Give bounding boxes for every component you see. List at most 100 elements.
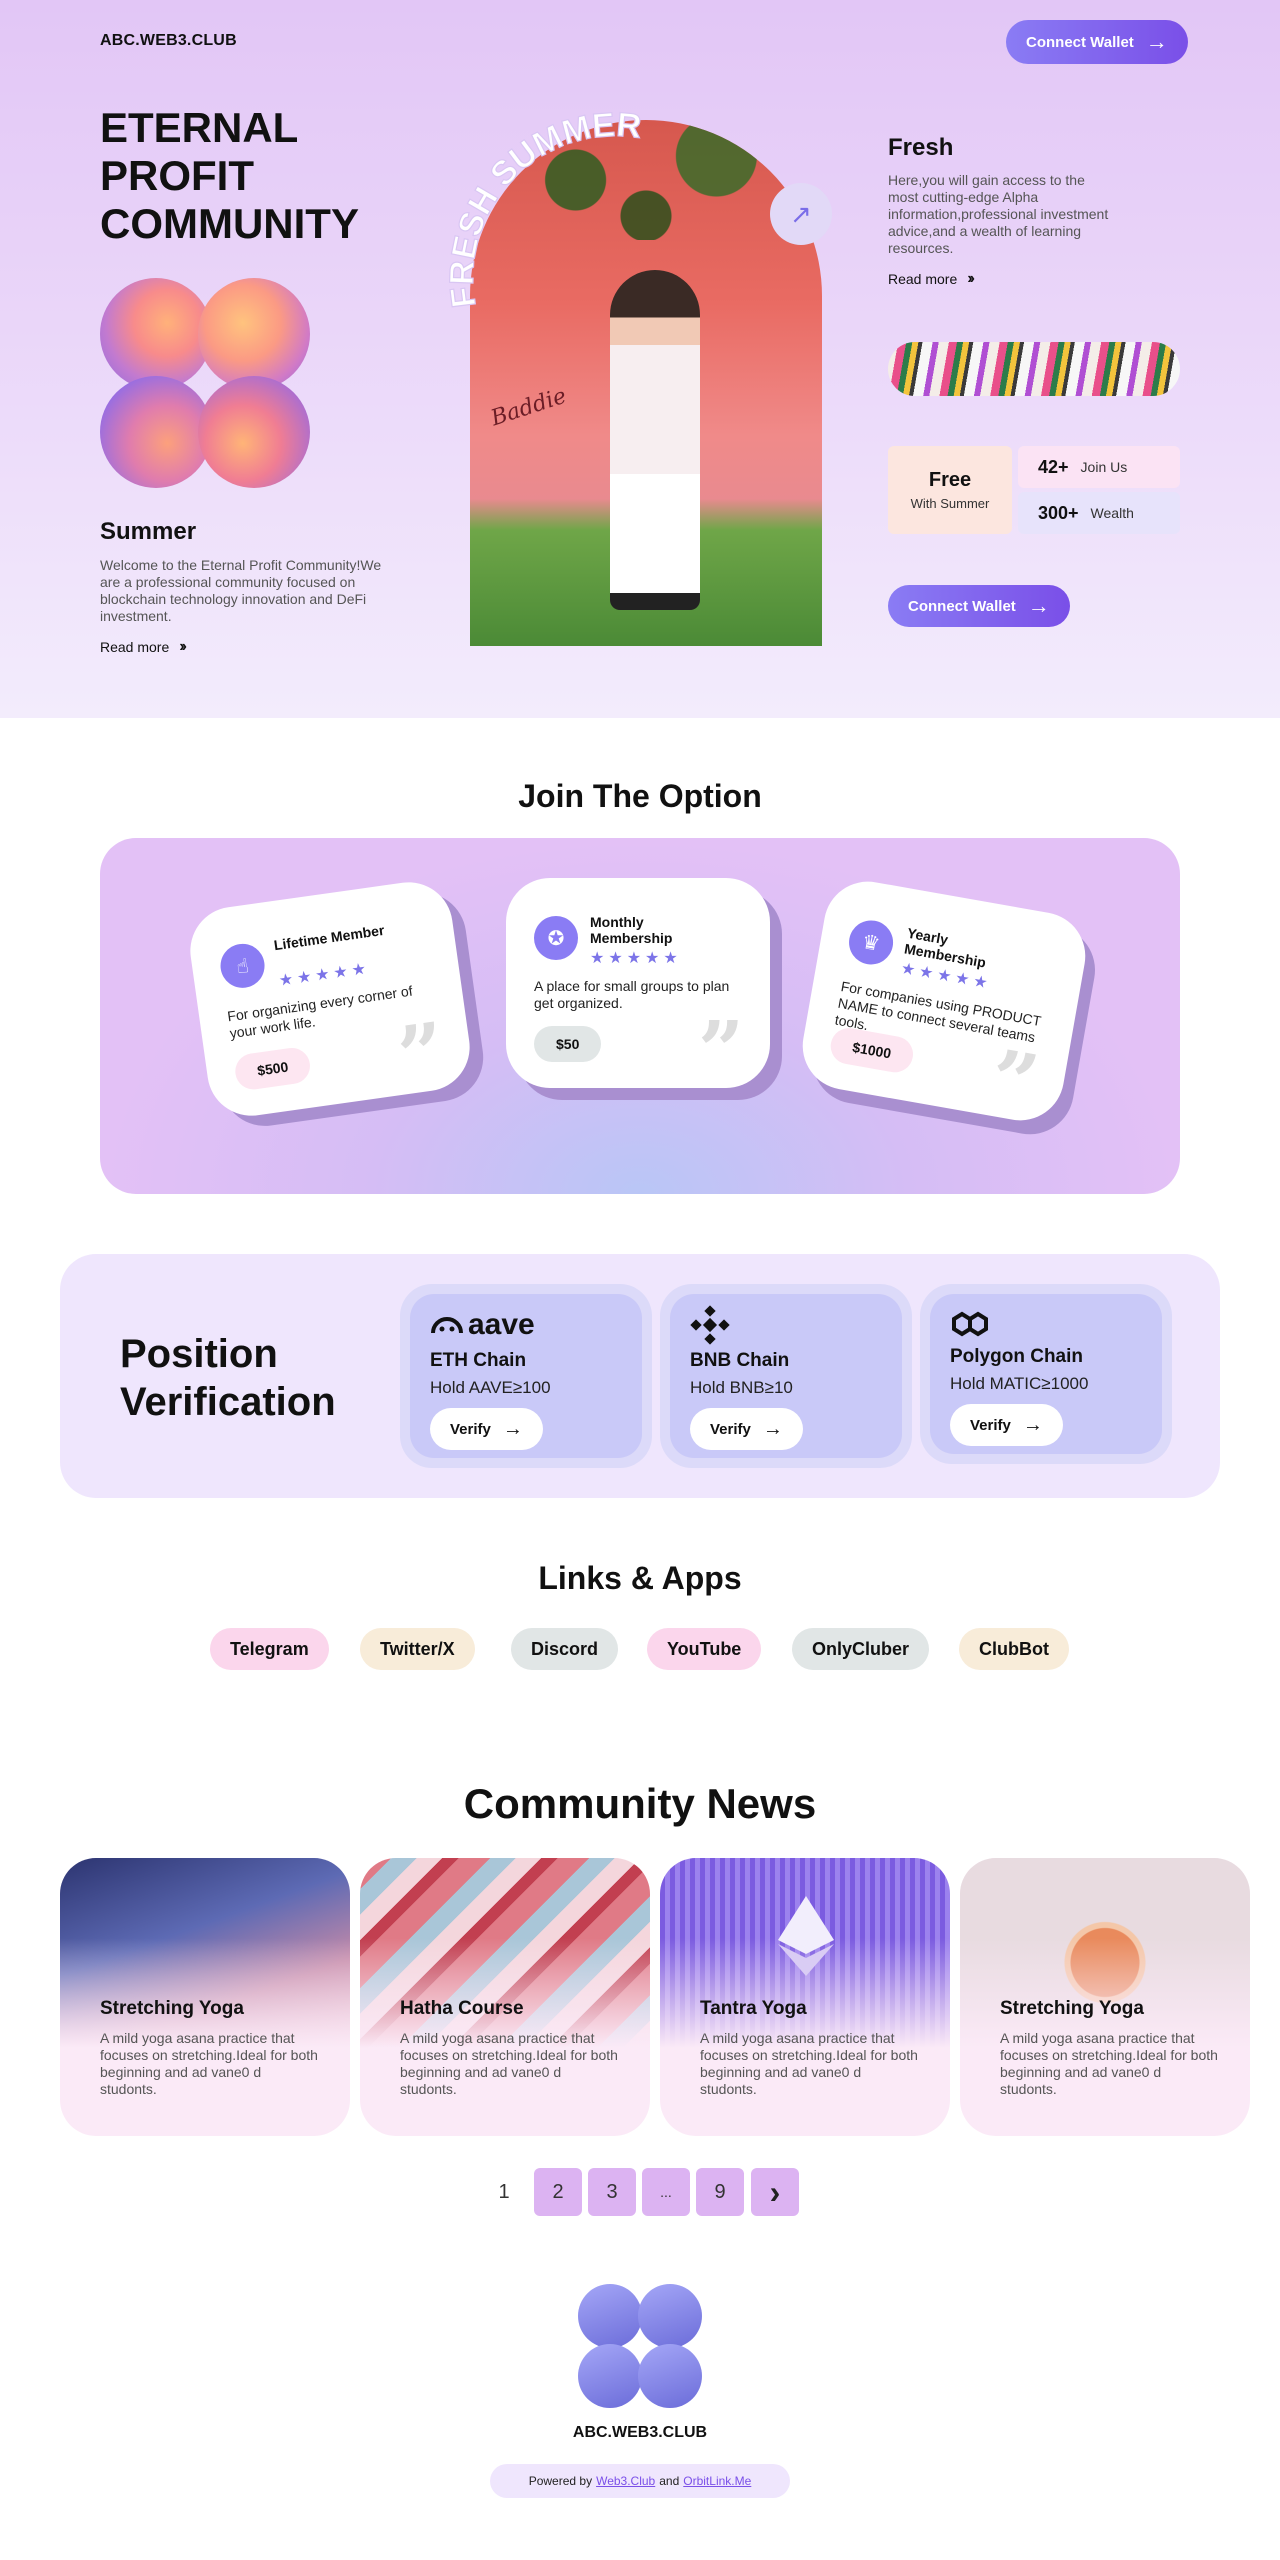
verify-button[interactable]: Verify → <box>430 1408 543 1450</box>
read-more-label: Read more <box>100 639 170 655</box>
rating-stars: ★★★★★ <box>277 960 372 990</box>
arch-curved-text: FRESH SUMMER <box>442 105 643 310</box>
fresh-read-more-link[interactable]: Read more ›› <box>888 270 975 288</box>
price-badge[interactable]: $50 <box>534 1026 602 1062</box>
polygon-logo-icon <box>950 1308 990 1342</box>
link-telegram[interactable]: Telegram <box>210 1628 329 1670</box>
bnb-logo-icon <box>690 1305 730 1345</box>
powered-by-label: Powered by <box>528 2474 593 2488</box>
news-card-text: A mild yoga asana practice that focuses … <box>100 2030 318 2097</box>
crown-icon: ♛ <box>845 916 897 968</box>
badge-icon: ✪ <box>534 916 578 960</box>
page-9[interactable]: 9 <box>696 2168 744 2216</box>
aave-logo-text: aave <box>468 1308 535 1341</box>
page-1[interactable]: 1 <box>480 2168 528 2216</box>
membership-card-monthly[interactable]: ✪ Monthly Membership ★★★★★ A place for s… <box>506 878 770 1097</box>
chain-name: BNB Chain <box>690 1350 790 1371</box>
chain-requirement: Hold AAVE≥100 <box>430 1378 551 1397</box>
free-stat-big: Free <box>928 469 972 491</box>
arrow-right-icon: → <box>1145 29 1168 54</box>
connect-wallet-label: Connect Wallet <box>1026 33 1134 51</box>
link-onlycluber[interactable]: OnlyCluber <box>792 1628 930 1670</box>
free-stat: Free With Summer <box>888 446 1012 534</box>
svg-text:FRESH SUMMER: FRESH SUMMER <box>443 106 643 310</box>
news-card[interactable]: Hatha Course A mild yoga asana practice … <box>360 1858 650 2136</box>
arch-text: FRESH SUMMER <box>442 105 643 310</box>
hero-title: ETERNAL PROFIT COMMUNITY <box>100 104 359 247</box>
connect-wallet-button-secondary[interactable]: Connect Wallet → <box>888 585 1070 627</box>
verify-label: Verify <box>970 1416 1011 1434</box>
price-badge[interactable]: $500 <box>232 1045 313 1092</box>
stat-label: Join Us <box>1080 459 1128 475</box>
footer-brand: ABC.WEB3.CLUB <box>572 2424 708 2441</box>
orbitlink-link[interactable]: OrbitLink.Me <box>683 2474 751 2488</box>
fresh-heading: Fresh <box>888 134 954 161</box>
connect-wallet-label: Connect Wallet <box>908 597 1016 615</box>
chain-requirement: Hold BNB≥10 <box>690 1378 793 1397</box>
membership-card-yearly[interactable]: ♛ Yearly Membership ★★★★★ For companies … <box>795 874 1093 1132</box>
arrow-right-icon: → <box>1022 1413 1043 1436</box>
footer-logo-icon <box>578 2284 702 2408</box>
page-3[interactable]: 3 <box>588 2168 636 2216</box>
news-card[interactable]: Tantra Yoga A mild yoga asana practice t… <box>660 1858 950 2136</box>
arrow-right-icon: → <box>762 1417 783 1440</box>
chain-card-bnb: BNB Chain Hold BNB≥10 Verify → <box>660 1284 912 1468</box>
news-card-title: Stretching Yoga <box>1000 1998 1144 2019</box>
link-youtube[interactable]: YouTube <box>647 1628 762 1670</box>
ethereum-icon <box>778 1896 834 1976</box>
quote-icon: ” <box>697 1003 744 1097</box>
link-twitter[interactable]: Twitter/X <box>360 1628 475 1670</box>
page-ellipsis: ... <box>642 2168 690 2216</box>
verify-button[interactable]: Verify → <box>690 1408 803 1450</box>
link-discord[interactable]: Discord <box>511 1628 619 1670</box>
hand-pointer-icon: ☝ <box>217 941 268 991</box>
summer-heading: Summer <box>100 518 197 545</box>
news-card-text: A mild yoga asana practice that focuses … <box>400 2030 618 2097</box>
free-stat-small: With Summer <box>910 496 990 511</box>
photo-signature: Baddie <box>488 383 570 432</box>
stat-join-us: 42+ Join Us <box>1018 446 1180 488</box>
verify-button[interactable]: Verify → <box>950 1404 1063 1446</box>
quote-icon: ” <box>392 1004 451 1104</box>
chain-name: Polygon Chain <box>950 1346 1083 1367</box>
stat-number: 42+ <box>1038 456 1069 477</box>
news-card-text: A mild yoga asana practice that focuses … <box>700 2030 918 2097</box>
summer-text: Welcome to the Eternal Profit Community!… <box>100 557 382 624</box>
flower-graphic <box>100 278 310 488</box>
arrow-right-icon: → <box>1027 593 1050 618</box>
page-2[interactable]: 2 <box>534 2168 582 2216</box>
position-title: Position Verification <box>120 1332 336 1424</box>
and-label: and <box>659 2474 680 2488</box>
web3-club-link[interactable]: Web3.Club <box>596 2474 655 2488</box>
rating-stars: ★★★★★ <box>590 950 682 967</box>
fresh-text: Here,you will gain access to the most cu… <box>888 172 1109 256</box>
news-card-title: Tantra Yoga <box>700 1998 807 2019</box>
chain-requirement: Hold MATIC≥1000 <box>950 1374 1089 1393</box>
stat-wealth: 300+ Wealth <box>1018 492 1180 534</box>
membership-card-lifetime[interactable]: ☝ Lifetime Member ★★★★★ For organizing e… <box>184 876 476 1122</box>
double-chevron-right-icon: ›› <box>179 638 186 655</box>
card-name: Monthly Membership <box>590 914 673 946</box>
connect-wallet-button[interactable]: Connect Wallet → <box>1006 20 1188 64</box>
aave-logo-icon: aave <box>430 1308 535 1342</box>
hero-section: ABC.WEB3.CLUB Connect Wallet → ETERNAL P… <box>0 0 1280 718</box>
chain-card-eth: aave ETH Chain Hold AAVE≥100 Verify → <box>400 1284 652 1468</box>
arrow-up-right-icon[interactable]: ↗ <box>770 183 832 245</box>
news-title: Community News <box>463 1780 817 1827</box>
news-card-title: Stretching Yoga <box>100 1998 244 2019</box>
read-more-label: Read more <box>888 271 958 287</box>
news-card[interactable]: Stretching Yoga A mild yoga asana practi… <box>60 1858 350 2136</box>
card-name: Lifetime Member <box>272 921 386 954</box>
chain-name: ETH Chain <box>430 1350 527 1371</box>
link-clubbot[interactable]: ClubBot <box>959 1628 1069 1670</box>
chain-card-polygon: Polygon Chain Hold MATIC≥1000 Verify → <box>920 1284 1172 1464</box>
news-card-title: Hatha Course <box>400 1998 524 2019</box>
next-page-chevron-icon[interactable]: › <box>751 2168 799 2216</box>
news-card[interactable]: Stretching Yoga A mild yoga asana practi… <box>960 1858 1250 2136</box>
verify-label: Verify <box>450 1420 491 1438</box>
news-card-text: A mild yoga asana practice that focuses … <box>1000 2030 1218 2097</box>
site-logo-text[interactable]: ABC.WEB3.CLUB <box>100 32 237 50</box>
summer-read-more-link[interactable]: Read more ›› <box>100 638 187 656</box>
arrow-right-icon: → <box>502 1417 523 1440</box>
links-title: Links & Apps <box>538 1560 742 1596</box>
